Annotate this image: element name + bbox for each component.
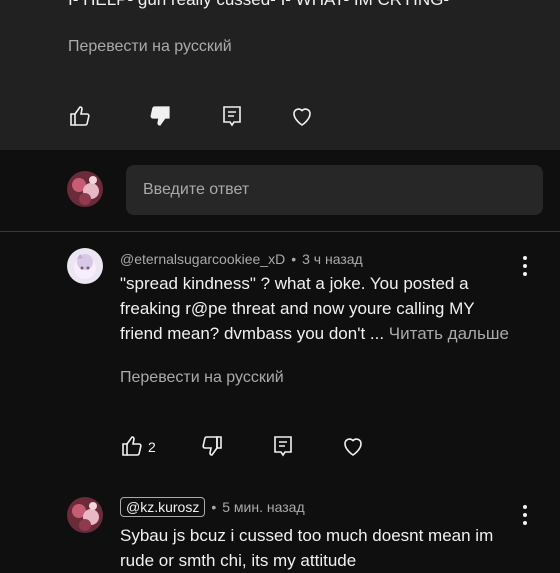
avatar	[67, 497, 103, 533]
avatar	[67, 248, 103, 284]
thumb-up-icon[interactable]	[67, 103, 93, 129]
like-count: 2	[148, 439, 156, 455]
comment-text: Sybau js bcuz i cussed too much doesnt m…	[120, 526, 494, 570]
translate-link[interactable]: Перевести на русский	[120, 369, 284, 387]
divider	[0, 231, 560, 232]
comment-author[interactable]: @eternalsugarcookiee_xD	[120, 251, 285, 267]
translate-link[interactable]: Перевести на русский	[68, 38, 232, 56]
meta-separator: •	[291, 251, 297, 267]
comment-text: "spread kindness" ? what a joke. You pos…	[120, 271, 520, 346]
thumb-down-icon[interactable]	[147, 103, 173, 129]
more-vert-icon[interactable]	[521, 256, 529, 276]
comment-author[interactable]: @kz.kurosz	[120, 497, 206, 517]
comment-icon[interactable]	[270, 433, 296, 459]
comment-time[interactable]: 5 мин. назад	[222, 499, 304, 515]
previous-comment-text: I- HELP- gurl really cussed- I- WHAT- IM…	[68, 0, 449, 10]
more-vert-icon[interactable]	[521, 505, 529, 525]
thumb-down-icon[interactable]	[199, 433, 225, 459]
comment-meta: @eternalsugarcookiee_xD • 3 ч назад	[120, 251, 363, 267]
avatar	[67, 171, 103, 207]
meta-separator: •	[211, 499, 217, 515]
comment-icon[interactable]	[219, 103, 245, 129]
heart-icon[interactable]	[340, 433, 366, 459]
comment-time[interactable]: 3 ч назад	[302, 251, 363, 267]
reply-placeholder: Введите ответ	[143, 181, 250, 198]
read-more-link[interactable]: Читать дальше	[389, 324, 509, 343]
thumb-up-icon[interactable]	[119, 433, 145, 459]
comment-meta: @kz.kurosz • 5 мин. назад	[120, 497, 305, 517]
reply-input[interactable]: Введите ответ	[126, 165, 543, 215]
heart-icon[interactable]	[289, 103, 315, 129]
